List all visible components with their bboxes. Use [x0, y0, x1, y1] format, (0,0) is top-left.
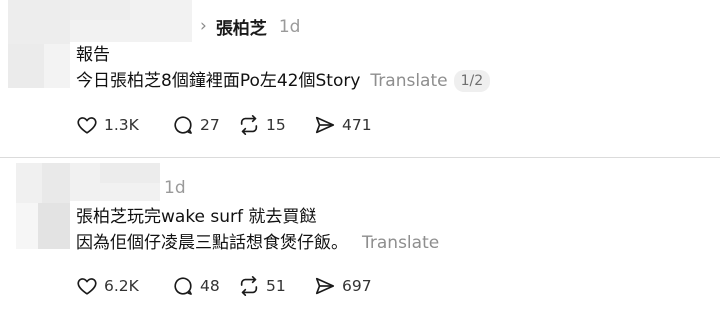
like-count: 6.2K — [104, 277, 139, 295]
share-button[interactable]: 697 — [314, 275, 384, 297]
avatar[interactable] — [16, 163, 70, 249]
share-count: 471 — [342, 116, 372, 134]
comment-button[interactable]: 27 — [172, 114, 238, 136]
chevron-right-icon: › — [200, 16, 207, 36]
post-divider — [0, 157, 720, 158]
repost-arrows-icon — [240, 276, 258, 296]
timestamp[interactable]: 1d — [279, 17, 301, 37]
translate-link[interactable]: Translate — [370, 71, 447, 91]
reply-to-username[interactable]: 張柏芝 — [216, 14, 267, 39]
post-text-line: 報告 — [76, 45, 110, 65]
repost-count: 51 — [266, 277, 286, 295]
repost-button[interactable]: 51 — [238, 275, 314, 297]
post-text-line: 今日張柏芝8個鐘裡面Po左42個Story Translate 1/2 — [76, 70, 491, 92]
comment-count: 48 — [200, 277, 220, 295]
heart-icon — [77, 117, 97, 134]
action-bar: 1.3K 27 15 471 — [76, 114, 384, 136]
post-text-line: 因為佢個仔凌晨三點話想食煲仔飯。 Translate — [76, 232, 439, 254]
repost-count: 15 — [266, 116, 286, 134]
post-text: 今日張柏芝8個鐘裡面Po左42個Story — [76, 71, 361, 91]
like-count: 1.3K — [104, 116, 139, 134]
post: 1d 張柏芝玩完wake surf 就去買餸 因為佢個仔凌晨三點話想食煲仔飯。 T… — [0, 159, 720, 321]
send-arrow-icon — [315, 277, 335, 295]
page-indicator[interactable]: 1/2 — [453, 70, 491, 92]
comment-bubble-icon — [174, 116, 192, 134]
share-count: 697 — [342, 277, 372, 295]
heart-icon — [77, 278, 97, 295]
post-text-line: 張柏芝玩完wake surf 就去買餸 — [76, 207, 317, 227]
share-button[interactable]: 471 — [314, 114, 384, 136]
comment-count: 27 — [200, 116, 220, 134]
post: › 張柏芝 1d 報告 今日張柏芝8個鐘裡面Po左42個Story Transla… — [0, 0, 720, 158]
translate-link[interactable]: Translate — [362, 233, 439, 253]
action-bar: 6.2K 48 51 697 — [76, 275, 384, 297]
send-arrow-icon — [315, 116, 335, 134]
post-meta: 1d — [164, 178, 186, 198]
comment-button[interactable]: 48 — [172, 275, 238, 297]
like-button[interactable]: 1.3K — [76, 114, 172, 136]
comment-bubble-icon — [174, 277, 192, 295]
post-meta: › 張柏芝 1d — [200, 14, 301, 40]
like-button[interactable]: 6.2K — [76, 275, 172, 297]
avatar[interactable] — [8, 0, 70, 88]
repost-button[interactable]: 15 — [238, 114, 314, 136]
timestamp[interactable]: 1d — [164, 178, 186, 198]
post-text: 因為佢個仔凌晨三點話想食煲仔飯。 — [76, 233, 348, 253]
repost-arrows-icon — [240, 115, 258, 135]
